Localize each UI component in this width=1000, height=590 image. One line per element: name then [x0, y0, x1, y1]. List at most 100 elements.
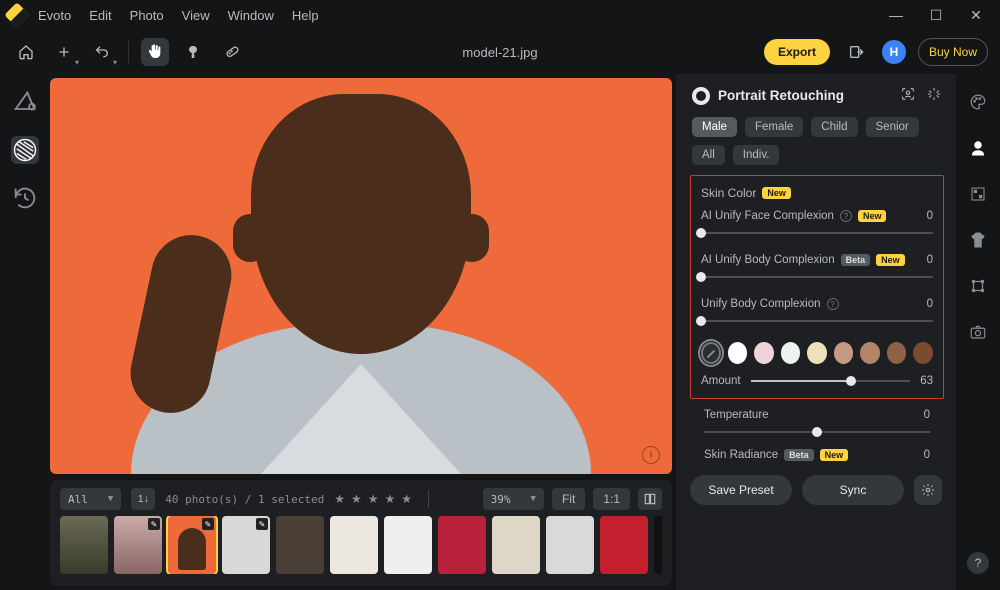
export-button[interactable]: Export — [764, 39, 830, 65]
menubar: Evoto Edit Photo View Window Help — [38, 8, 319, 23]
rating-stars[interactable]: ★★★★★ — [334, 492, 418, 506]
thumbnail[interactable] — [438, 516, 486, 574]
swatch[interactable] — [728, 342, 748, 364]
swatch-none[interactable] — [701, 342, 721, 364]
image-canvas[interactable]: i — [50, 78, 672, 474]
skin-color-section: Skin Color New AI Unify Face Complexion … — [690, 175, 944, 399]
swatch[interactable] — [913, 342, 933, 364]
chip-individual[interactable]: Indiv. — [733, 145, 780, 165]
thumbnail[interactable] — [654, 516, 662, 574]
beta-badge: Beta — [784, 449, 814, 461]
thumbnail[interactable] — [330, 516, 378, 574]
portrait-icon — [692, 87, 710, 105]
slider-value: 0 — [927, 210, 933, 222]
add-button[interactable]: ▾ — [50, 38, 78, 66]
sync-button[interactable]: Sync — [802, 475, 904, 505]
panel-title: Portrait Retouching — [718, 88, 844, 103]
chip-female[interactable]: Female — [745, 117, 803, 137]
brush-tool[interactable] — [179, 38, 207, 66]
swatch[interactable] — [807, 342, 827, 364]
maximize-icon[interactable]: ☐ — [928, 7, 944, 24]
slider-track[interactable] — [701, 270, 933, 284]
minimize-icon[interactable]: — — [888, 7, 904, 24]
hand-tool[interactable] — [141, 38, 169, 66]
close-icon[interactable]: ✕ — [968, 7, 984, 24]
crop-icon[interactable] — [966, 274, 990, 298]
swatch[interactable] — [834, 342, 854, 364]
swatch[interactable] — [887, 342, 907, 364]
clothing-icon[interactable] — [966, 228, 990, 252]
menu-evoto[interactable]: Evoto — [38, 8, 71, 23]
home-button[interactable] — [12, 38, 40, 66]
thumbnail[interactable] — [60, 516, 108, 574]
buy-now-button[interactable]: Buy Now — [918, 38, 988, 66]
info-icon[interactable]: i — [642, 446, 660, 464]
face-icon[interactable] — [966, 136, 990, 160]
filter-select-label: All — [68, 493, 88, 506]
workspace: i All ▼ 1↓ 40 photo(s) / 1 selected ★★★★… — [0, 74, 1000, 590]
avatar[interactable]: H — [882, 40, 906, 64]
selection-count: 40 photo(s) / 1 selected — [165, 493, 324, 506]
slider-value: 0 — [924, 409, 930, 421]
slider-label: Unify Body Complexion — [701, 298, 821, 310]
thumbnail[interactable]: ✎ — [168, 516, 216, 574]
help-icon[interactable]: ? — [827, 298, 839, 310]
help-icon[interactable]: ? — [840, 210, 852, 222]
adjust-icon[interactable] — [11, 88, 39, 116]
slider-track[interactable] — [751, 374, 911, 388]
slider-track[interactable] — [701, 226, 933, 240]
face-detect-icon[interactable] — [900, 86, 916, 105]
save-preset-button[interactable]: Save Preset — [690, 475, 792, 505]
history-icon[interactable] — [11, 184, 39, 212]
divider — [128, 41, 129, 63]
export-queue-icon[interactable] — [842, 38, 870, 66]
chip-senior[interactable]: Senior — [866, 117, 919, 137]
menu-window[interactable]: Window — [228, 8, 274, 23]
help-button[interactable]: ? — [967, 552, 989, 574]
menu-photo[interactable]: Photo — [130, 8, 164, 23]
thumbnail[interactable] — [600, 516, 648, 574]
palette-icon[interactable] — [966, 90, 990, 114]
temperature-slider: Temperature 0 — [704, 409, 930, 439]
thumbnail[interactable]: ✎ — [222, 516, 270, 574]
slider-track[interactable] — [704, 425, 930, 439]
undo-button[interactable]: ▾ — [88, 38, 116, 66]
slider-track[interactable] — [701, 314, 933, 328]
chip-child[interactable]: Child — [811, 117, 857, 137]
swatch[interactable] — [754, 342, 774, 364]
reset-icon[interactable] — [926, 86, 942, 105]
top-toolbar: ▾ ▾ model-21.jpg Export H Buy Now — [0, 30, 1000, 74]
fit-button[interactable]: Fit — [552, 488, 585, 510]
heal-tool[interactable] — [217, 38, 245, 66]
edited-mark-icon: ✎ — [256, 518, 268, 530]
filter-select[interactable]: All ▼ — [60, 488, 121, 510]
swatch[interactable] — [781, 342, 801, 364]
exposure-icon[interactable] — [966, 182, 990, 206]
thumbnail[interactable] — [492, 516, 540, 574]
menu-edit[interactable]: Edit — [89, 8, 111, 23]
menu-help[interactable]: Help — [292, 8, 319, 23]
actual-size-button[interactable]: 1:1 — [593, 488, 630, 510]
thumbnail[interactable] — [276, 516, 324, 574]
menu-view[interactable]: View — [182, 8, 210, 23]
amount-label: Amount — [701, 375, 741, 387]
zoom-select[interactable]: 39% ▼ — [483, 488, 544, 510]
thumbnail[interactable] — [384, 516, 432, 574]
chip-male[interactable]: Male — [692, 117, 737, 137]
section-title: Skin Color — [701, 186, 756, 200]
slider-label: AI Unify Body Complexion — [701, 254, 835, 266]
thumbnail[interactable] — [546, 516, 594, 574]
swatch[interactable] — [860, 342, 880, 364]
edited-mark-icon: ✎ — [202, 518, 214, 530]
sort-button[interactable]: 1↓ — [131, 488, 155, 510]
filename-label: model-21.jpg — [462, 45, 537, 60]
texture-icon[interactable] — [11, 136, 39, 164]
thumbnail[interactable]: ✎ — [114, 516, 162, 574]
amount-value: 63 — [920, 375, 933, 387]
new-badge: New — [820, 449, 849, 461]
chip-all[interactable]: All — [692, 145, 725, 165]
compare-icon[interactable] — [638, 488, 662, 510]
gear-icon[interactable] — [914, 475, 942, 505]
camera-icon[interactable] — [966, 320, 990, 344]
new-badge: New — [876, 254, 905, 266]
